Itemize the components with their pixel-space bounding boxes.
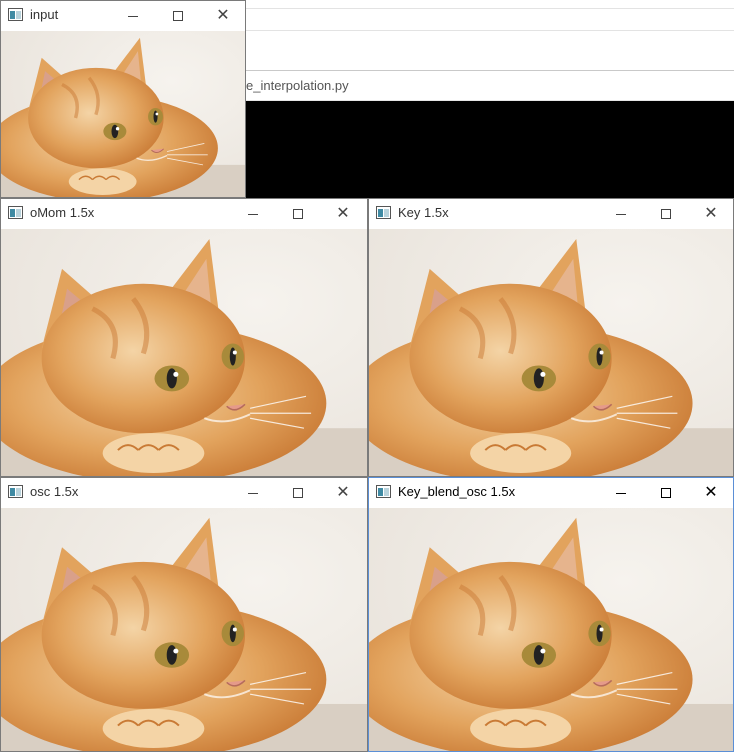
app-window-icon [376, 206, 391, 219]
minimize-button[interactable] [234, 201, 272, 225]
window-titlebar[interactable]: Key 1.5x ✕ [369, 199, 733, 228]
window-title: Key 1.5x [398, 205, 449, 220]
image-canvas [369, 508, 733, 751]
maximize-icon [293, 488, 303, 499]
background-window [246, 0, 734, 70]
window-key-blend-osc[interactable]: Key_blend_osc 1.5x ✕ [368, 477, 734, 752]
close-icon: ✕ [336, 484, 350, 501]
window-titlebar[interactable]: oMom 1.5x ✕ [1, 199, 367, 228]
console-titlebar[interactable]: e_interpolation.py [246, 71, 734, 101]
window-title: osc 1.5x [30, 484, 79, 499]
window-title: oMom 1.5x [30, 205, 95, 220]
window-omom[interactable]: oMom 1.5x ✕ [0, 198, 368, 477]
close-icon: ✕ [216, 7, 230, 24]
console-window: e_interpolation.py [246, 70, 734, 198]
maximize-icon [293, 209, 303, 220]
maximize-button[interactable] [647, 201, 685, 225]
image-canvas [1, 508, 367, 751]
divider [246, 8, 734, 9]
maximize-icon [661, 488, 671, 499]
minimize-icon [616, 492, 626, 494]
window-osc[interactable]: osc 1.5x ✕ [0, 477, 368, 752]
maximize-icon [173, 11, 183, 22]
minimize-icon [616, 213, 626, 215]
window-titlebar[interactable]: Key_blend_osc 1.5x ✕ [369, 478, 733, 507]
window-title: input [30, 7, 59, 22]
cat-photo [369, 229, 733, 476]
cat-photo [369, 508, 733, 751]
minimize-button[interactable] [602, 201, 640, 225]
app-window-icon [8, 8, 23, 21]
image-canvas [1, 31, 245, 197]
app-window-icon [8, 206, 23, 219]
close-icon: ✕ [704, 484, 718, 501]
close-button[interactable]: ✕ [692, 201, 730, 225]
close-button[interactable]: ✕ [692, 480, 730, 504]
cat-photo [1, 31, 245, 197]
maximize-button[interactable] [279, 201, 317, 225]
maximize-button[interactable] [647, 480, 685, 504]
close-button[interactable]: ✕ [324, 201, 362, 225]
window-key[interactable]: Key 1.5x ✕ [368, 198, 734, 477]
window-titlebar[interactable]: osc 1.5x ✕ [1, 478, 367, 507]
minimize-button[interactable] [602, 480, 640, 504]
maximize-button[interactable] [159, 3, 197, 27]
image-canvas [1, 229, 367, 476]
app-window-icon [8, 485, 23, 498]
image-canvas [369, 229, 733, 476]
window-input[interactable]: input ✕ [0, 0, 246, 198]
window-title: Key_blend_osc 1.5x [398, 484, 516, 499]
minimize-button[interactable] [234, 480, 272, 504]
minimize-icon [248, 213, 258, 215]
divider [246, 30, 734, 31]
minimize-button[interactable] [114, 3, 152, 27]
close-button[interactable]: ✕ [324, 480, 362, 504]
cat-photo [1, 229, 367, 476]
minimize-icon [128, 15, 138, 17]
console-title: e_interpolation.py [246, 78, 349, 93]
window-titlebar[interactable]: input ✕ [1, 1, 245, 30]
maximize-button[interactable] [279, 480, 317, 504]
close-button[interactable]: ✕ [204, 3, 242, 27]
close-icon: ✕ [336, 205, 350, 222]
close-icon: ✕ [704, 205, 718, 222]
cat-photo [1, 508, 367, 751]
maximize-icon [661, 209, 671, 220]
minimize-icon [248, 492, 258, 494]
app-window-icon [376, 485, 391, 498]
